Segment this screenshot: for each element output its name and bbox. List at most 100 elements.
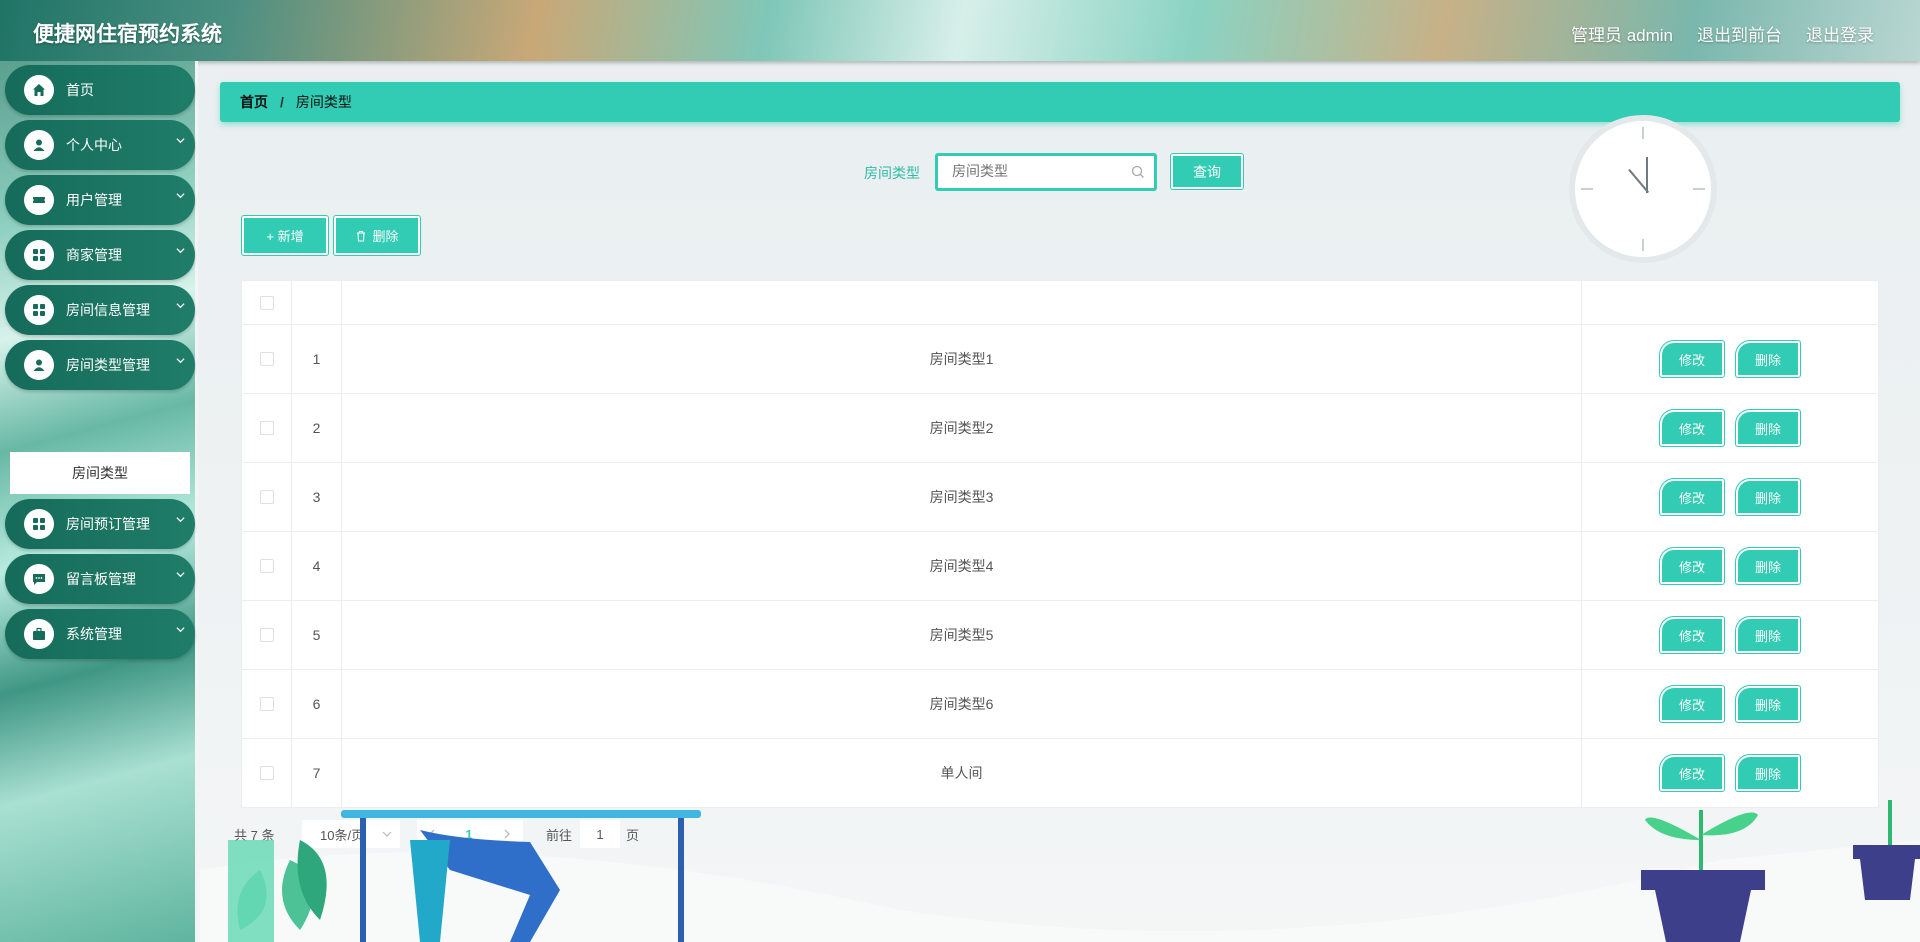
row-index: 7 — [292, 739, 342, 807]
search-field[interactable] — [935, 153, 1157, 191]
room-type-name: 房间类型6 — [342, 670, 1582, 738]
row-checkbox-cell — [242, 463, 292, 531]
sidebar-item-room-type-management[interactable]: 房间类型管理 — [5, 340, 195, 390]
edit-button[interactable]: 修改 — [1660, 341, 1724, 377]
current-user: 管理员 admin — [1570, 26, 1673, 45]
ticket-icon — [24, 185, 54, 215]
room-type-name: 房间类型5 — [342, 601, 1582, 669]
sidebar-item-label: 商家管理 — [66, 247, 122, 263]
search-label: 房间类型 — [864, 165, 920, 181]
delete-button[interactable]: 删除 — [1736, 410, 1800, 446]
row-index: 4 — [292, 532, 342, 600]
table-row: 7 单人间 修改 删除 — [242, 739, 1878, 808]
sidebar-subitem-room-type[interactable]: 房间类型 — [10, 452, 190, 494]
sidebar-item-room-booking-management[interactable]: 房间预订管理 — [5, 499, 195, 549]
grid-icon — [24, 240, 54, 270]
breadcrumb-current: 房间类型 — [295, 94, 352, 110]
room-type-name: 房间类型1 — [342, 325, 1582, 393]
sidebar-item-merchant-management[interactable]: 商家管理 — [5, 230, 195, 280]
sidebar-item-label: 个人中心 — [66, 137, 122, 153]
sidebar-item-label: 留言板管理 — [66, 571, 136, 587]
search-button[interactable]: 查询 — [1171, 154, 1243, 189]
table-row: 3 房间类型3 修改 删除 — [242, 463, 1878, 532]
sidebar-item-personal-center[interactable]: 个人中心 — [5, 120, 195, 170]
chevron-down-icon — [176, 627, 185, 633]
delete-button[interactable]: 删除 — [1736, 479, 1800, 515]
add-button[interactable]: + 新增 — [242, 216, 328, 255]
row-operations: 修改 删除 — [1582, 463, 1878, 531]
room-type-name: 房间类型3 — [342, 463, 1582, 531]
sidebar-item-label: 系统管理 — [66, 626, 122, 642]
room-type-name: 房间类型4 — [342, 532, 1582, 600]
delete-button[interactable]: 删除 — [1736, 755, 1800, 791]
trash-icon — [357, 230, 366, 242]
row-index: 3 — [292, 463, 342, 531]
row-checkbox[interactable] — [259, 697, 274, 711]
batch-delete-button[interactable]: 删除 — [334, 216, 420, 255]
chevron-down-icon — [176, 303, 185, 309]
sidebar-item-label: 房间信息管理 — [66, 302, 150, 318]
clock-tick — [1642, 127, 1644, 139]
top-header: 便捷网住宿预约系统 管理员 admin 退出到前台 退出登录 — [0, 0, 1920, 61]
row-index: 6 — [292, 670, 342, 738]
home-icon — [24, 75, 54, 105]
sidebar-item-system-management[interactable]: 系统管理 — [5, 609, 195, 659]
row-index: 2 — [292, 394, 342, 462]
row-operations: 修改 删除 — [1582, 670, 1878, 738]
sidebar-item-room-info-management[interactable]: 房间信息管理 — [5, 285, 195, 335]
header-operation-cell — [1582, 281, 1878, 324]
edit-button[interactable]: 修改 — [1660, 548, 1724, 584]
select-all-checkbox[interactable] — [259, 295, 274, 310]
delete-button[interactable]: 删除 — [1736, 686, 1800, 722]
row-checkbox[interactable] — [259, 352, 274, 366]
table-row: 4 房间类型4 修改 删除 — [242, 532, 1878, 601]
room-type-name: 房间类型2 — [342, 394, 1582, 462]
edit-button[interactable]: 修改 — [1660, 410, 1724, 446]
breadcrumb-home[interactable]: 首页 — [240, 92, 268, 112]
header-name-cell — [342, 281, 1582, 324]
clock-tick — [1693, 188, 1705, 190]
sidebar-item-user-management[interactable]: 用户管理 — [5, 175, 195, 225]
delete-button[interactable]: 删除 — [1736, 617, 1800, 653]
batch-delete-label: 删除 — [372, 229, 399, 244]
delete-button[interactable]: 删除 — [1736, 341, 1800, 377]
delete-button[interactable]: 删除 — [1736, 548, 1800, 584]
breadcrumb-separator: / — [280, 94, 284, 110]
chevron-down-icon — [176, 138, 185, 144]
row-checkbox-cell — [242, 739, 292, 807]
row-checkbox[interactable] — [259, 490, 274, 504]
user-icon — [24, 130, 54, 160]
edit-button[interactable]: 修改 — [1660, 686, 1724, 722]
row-index: 5 — [292, 601, 342, 669]
message-icon — [24, 564, 54, 594]
clock-illustration — [1569, 115, 1717, 263]
table-row: 2 房间类型2 修改 删除 — [242, 394, 1878, 463]
sidebar-item-message-board-management[interactable]: 留言板管理 — [5, 554, 195, 604]
header-actions: 管理员 admin 退出到前台 退出登录 — [1571, 21, 1874, 46]
row-checkbox[interactable] — [259, 421, 274, 435]
edit-button[interactable]: 修改 — [1660, 479, 1724, 515]
grid-icon — [24, 295, 54, 325]
clock-tick — [1581, 188, 1593, 190]
room-type-table: 1 房间类型1 修改 删除 2 房间类型2 修改 删除 3 房间类型3 修改 删除 4 房间类型4 修改 删除… — [241, 280, 1879, 808]
sidebar-item-label: 房间类型管理 — [66, 357, 150, 373]
table-row: 6 房间类型6 修改 删除 — [242, 670, 1878, 739]
chevron-down-icon — [176, 248, 185, 254]
search-input[interactable] — [952, 156, 1132, 186]
edit-button[interactable]: 修改 — [1660, 755, 1724, 791]
row-checkbox-cell — [242, 670, 292, 738]
edit-button[interactable]: 修改 — [1660, 617, 1724, 653]
chevron-down-icon — [176, 193, 185, 199]
header-index-cell — [292, 281, 342, 324]
row-checkbox-cell — [242, 325, 292, 393]
row-checkbox-cell — [242, 601, 292, 669]
row-checkbox[interactable] — [259, 766, 274, 780]
search-icon — [1131, 165, 1144, 178]
exit-to-front-link[interactable]: 退出到前台 — [1697, 21, 1782, 46]
sidebar-item-home[interactable]: 首页 — [5, 65, 195, 115]
row-checkbox[interactable] — [259, 559, 274, 573]
row-checkbox[interactable] — [259, 628, 274, 642]
logout-link[interactable]: 退出登录 — [1806, 21, 1874, 46]
table-header-row — [242, 281, 1878, 325]
row-operations: 修改 删除 — [1582, 739, 1878, 807]
